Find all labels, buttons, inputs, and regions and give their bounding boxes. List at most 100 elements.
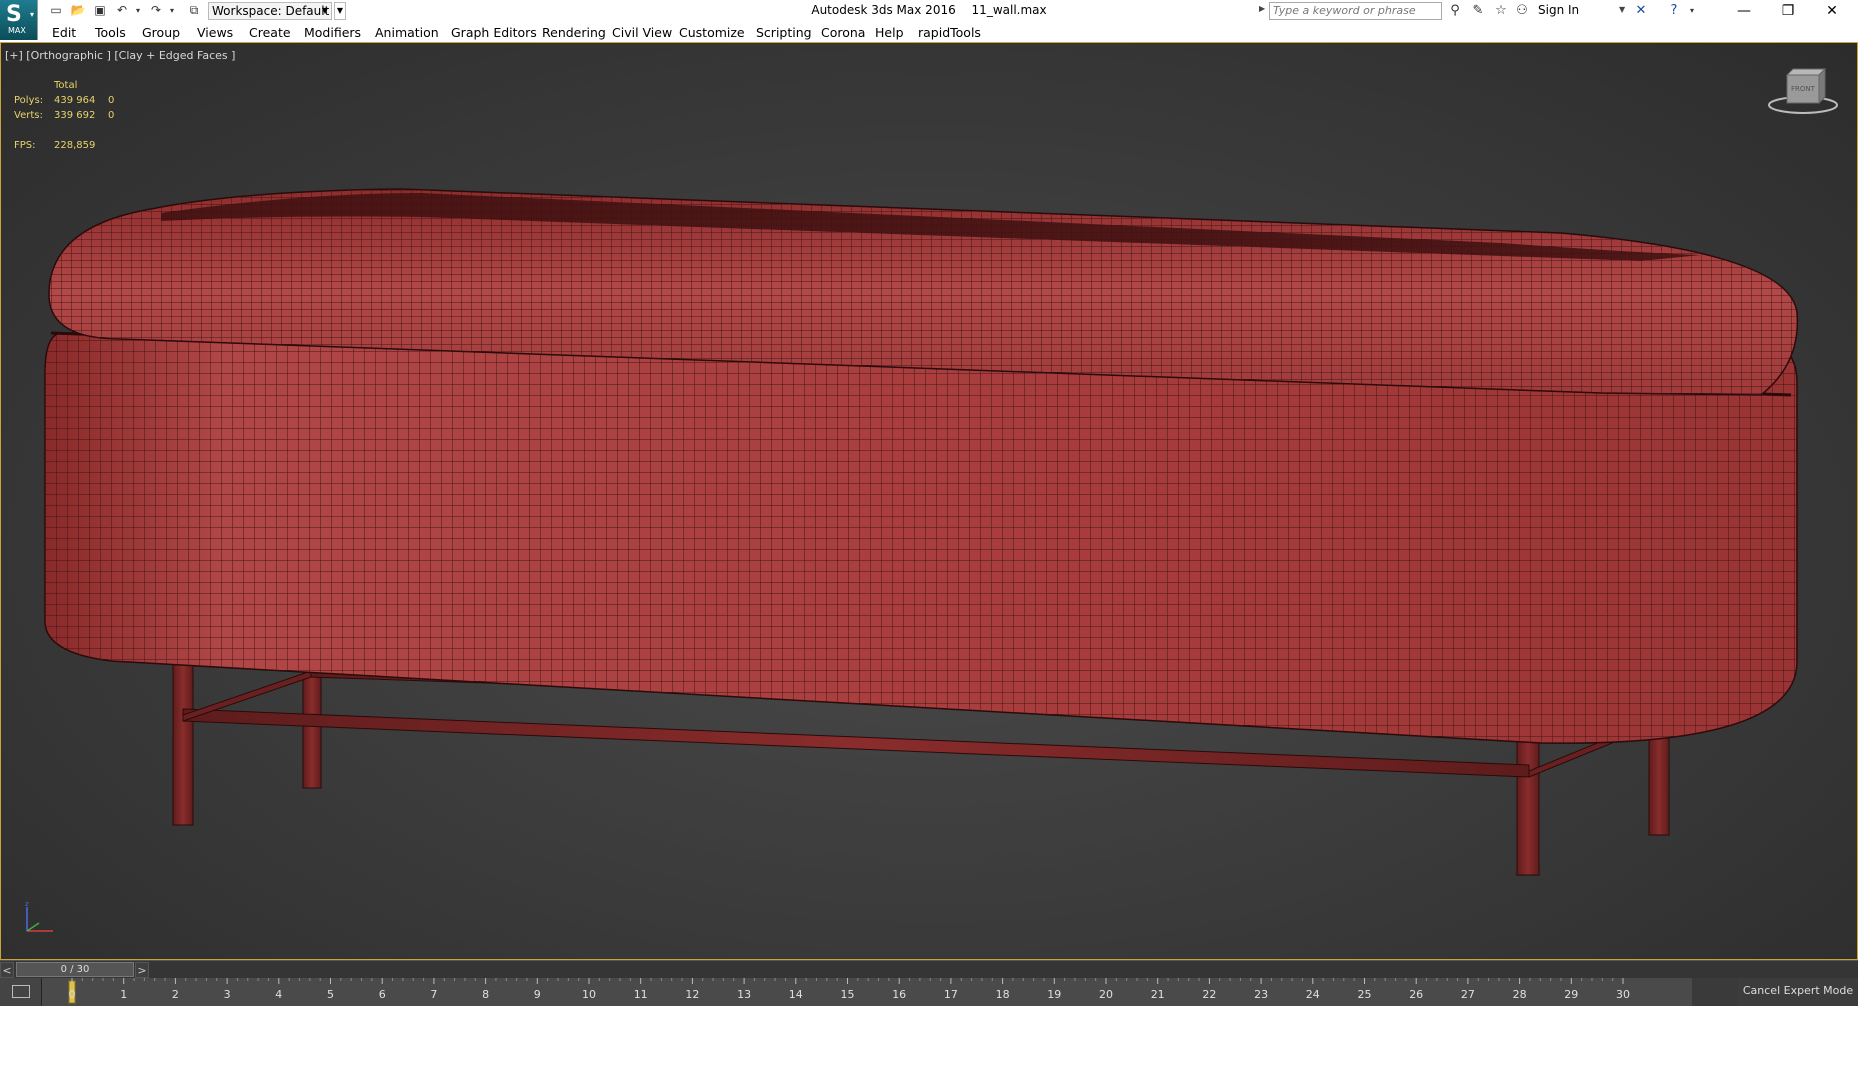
frame-tick-label: 1 (120, 988, 127, 1001)
quick-access-menu-button[interactable]: ▼ (334, 2, 346, 20)
frame-tick-label: 23 (1254, 988, 1268, 1001)
menu-edit[interactable]: Edit (52, 25, 76, 40)
frame-tick-label: 29 (1564, 988, 1578, 1001)
chevron-down-icon[interactable]: ▼ (1619, 5, 1625, 14)
save-file-icon[interactable]: ▣ (92, 3, 108, 18)
application-button[interactable]: S MAX ▾ (0, 0, 38, 40)
frame-tick-label: 6 (379, 988, 386, 1001)
binoculars-icon[interactable]: ⚲ (1446, 2, 1464, 20)
exchange-apps-icon[interactable]: ✕ (1632, 2, 1650, 20)
menu-civil-view[interactable]: Civil View (612, 25, 672, 40)
project-folder-icon[interactable]: ⧉ (186, 3, 202, 18)
new-file-icon[interactable]: ▭ (48, 3, 64, 18)
minimize-button[interactable]: — (1722, 0, 1766, 22)
chevron-down-icon: ▼ (321, 6, 328, 15)
frame-tick-label: 3 (224, 988, 231, 1001)
viewport-statistics: Total Polys: 439 964 0 Verts: 339 692 0 … (14, 78, 134, 153)
redo-dropdown-icon[interactable]: ▾ (164, 3, 180, 18)
orthographic-viewport[interactable]: [+] [Orthographic ] [Clay + Edged Faces … (0, 42, 1858, 960)
frame-tick-label: 18 (996, 988, 1010, 1001)
frame-tick-label: 14 (789, 988, 803, 1001)
frame-tick-label: 17 (944, 988, 958, 1001)
bench-model (44, 188, 1799, 876)
workspace-dropdown[interactable]: Workspace: Default ▼ (208, 2, 332, 20)
cancel-expert-mode-button[interactable]: Cancel Expert Mode (1738, 978, 1858, 1006)
menu-modifiers[interactable]: Modifiers (304, 25, 361, 40)
redo-icon[interactable]: ↷ (148, 3, 164, 18)
workspace-label: Workspace: Default (212, 4, 330, 18)
menu-tools[interactable]: Tools (95, 25, 126, 40)
app-logo-label: MAX (8, 26, 26, 35)
favorites-star-icon[interactable]: ☆ (1492, 2, 1510, 20)
frame-tick-label: 22 (1202, 988, 1216, 1001)
verts-selected: 0 (108, 110, 115, 121)
undo-dropdown-icon[interactable]: ▾ (130, 3, 146, 18)
polys-value: 439 964 (54, 95, 96, 106)
svg-text:z: z (25, 901, 29, 908)
frame-tick-label: 7 (430, 988, 437, 1001)
frame-tick-label: 28 (1513, 988, 1527, 1001)
open-file-icon[interactable]: 📂 (70, 3, 86, 18)
stats-header: Total (54, 80, 78, 91)
fps-label: FPS: (14, 140, 36, 151)
time-slider[interactable]: < 0 / 30 > (0, 960, 1858, 978)
track-bar-spacer (1692, 978, 1738, 1006)
frame-tick-label: 8 (482, 988, 489, 1001)
file-name: 11_wall.max (971, 3, 1047, 17)
track-bar: 0 1 2 3 4 5 6 7 8 9 10 11 12 13 14 15 16 17 18 19 20 21 22 23 24… (0, 978, 1858, 1006)
frame-tick-label: 30 (1616, 988, 1630, 1001)
frame-tick-label: 26 (1409, 988, 1423, 1001)
menu-rendering[interactable]: Rendering (542, 25, 606, 40)
menu-animation[interactable]: Animation (375, 25, 439, 40)
frame-tick-label: 21 (1151, 988, 1165, 1001)
title-bar: S MAX ▾ ▭ 📂 ▣ ↶ ▾ ↷ ▾ ⧉ Workspace: Defau… (0, 0, 1858, 40)
frame-tick-label: 24 (1306, 988, 1320, 1001)
frame-tick-label: 13 (737, 988, 751, 1001)
sign-in-button[interactable]: Sign In (1538, 3, 1579, 17)
frame-tick-label: 19 (1047, 988, 1061, 1001)
time-slider-prev-button[interactable]: < (0, 962, 14, 978)
curve-editor-icon (12, 985, 30, 998)
mini-curve-editor-button[interactable] (0, 978, 42, 1006)
time-slider-thumb[interactable]: 0 / 30 (16, 962, 134, 977)
frame-tick-label: 25 (1358, 988, 1372, 1001)
frame-tick-label: 27 (1461, 988, 1475, 1001)
help-icon[interactable]: ? (1665, 2, 1683, 20)
user-icon: ⚇ (1516, 3, 1528, 18)
menu-rapidtools[interactable]: rapidTools (918, 25, 981, 40)
menu-customize[interactable]: Customize (679, 25, 745, 40)
undo-icon[interactable]: ↶ (114, 3, 130, 18)
verts-value: 339 692 (54, 110, 96, 121)
restore-button[interactable]: ❐ (1766, 0, 1810, 22)
viewport-label[interactable]: [+] [Orthographic ] [Clay + Edged Faces … (5, 49, 235, 62)
frame-tick-label: 10 (582, 988, 596, 1001)
subscription-icon[interactable]: ✎ (1469, 2, 1487, 20)
menu-group[interactable]: Group (142, 25, 180, 40)
frame-tick-label: 5 (327, 988, 334, 1001)
verts-label: Verts: (14, 110, 43, 121)
close-button[interactable]: ✕ (1810, 0, 1854, 22)
menu-graph-editors[interactable]: Graph Editors (451, 25, 537, 40)
frame-tick-label: 20 (1099, 988, 1113, 1001)
menu-create[interactable]: Create (249, 25, 291, 40)
search-expand-icon[interactable]: ▶ (1259, 4, 1265, 13)
polys-selected: 0 (108, 95, 115, 106)
viewcube-icon[interactable]: FRONT (1767, 67, 1839, 117)
frame-tick-label: 4 (275, 988, 282, 1001)
viewcube-face-label: FRONT (1791, 85, 1816, 93)
menu-views[interactable]: Views (197, 25, 233, 40)
help-dropdown-icon[interactable]: ▾ (1683, 2, 1701, 20)
app-title: Autodesk 3ds Max 2016 (811, 3, 956, 17)
frame-tick-label: 2 (172, 988, 179, 1001)
polys-label: Polys: (14, 95, 44, 106)
menu-scripting[interactable]: Scripting (756, 25, 812, 40)
search-input[interactable]: Type a keyword or phrase (1269, 2, 1442, 20)
frame-tick-label: 16 (892, 988, 906, 1001)
menu-corona[interactable]: Corona (821, 25, 865, 40)
axis-tripod-icon: z (25, 901, 53, 932)
menu-help[interactable]: Help (875, 25, 904, 40)
frame-tick-label: 11 (634, 988, 648, 1001)
frame-tick-label: 15 (841, 988, 855, 1001)
frame-tick-label: 9 (534, 988, 541, 1001)
time-slider-next-button[interactable]: > (135, 962, 149, 978)
